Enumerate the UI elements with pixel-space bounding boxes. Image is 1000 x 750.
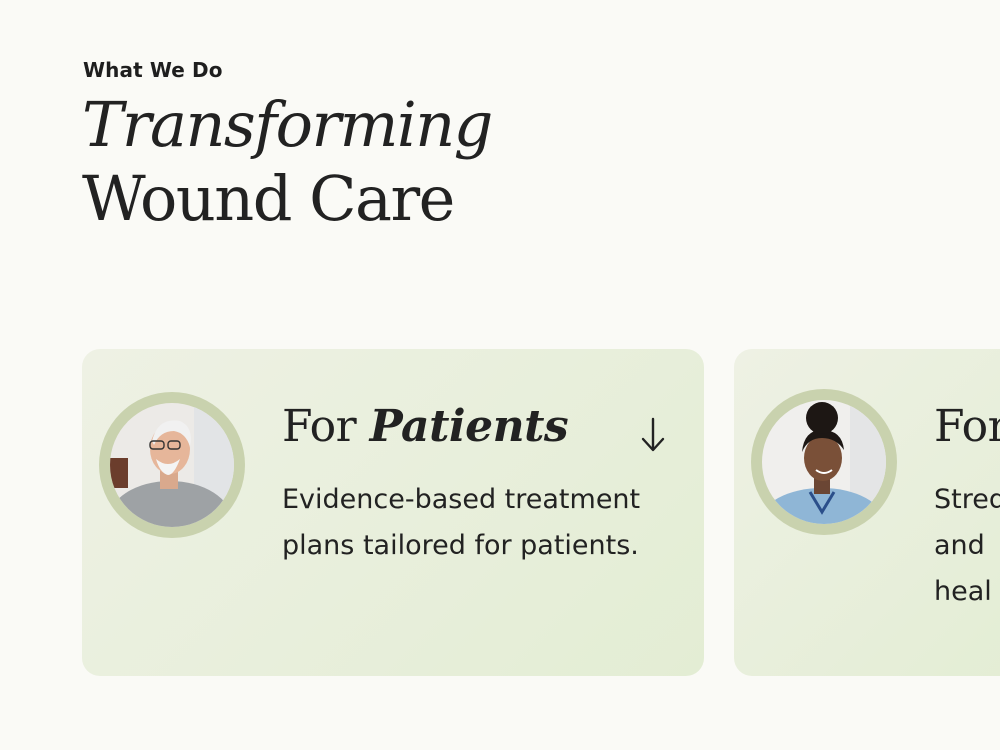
description-line: heal bbox=[934, 576, 992, 607]
providers-card-title: For bbox=[934, 401, 1000, 452]
providers-card-description: Stred and heal bbox=[934, 477, 1000, 615]
section-heading: Transforming Wound Care bbox=[82, 88, 493, 236]
patients-card[interactable]: For Patients Evidence-based treatment pl… bbox=[82, 349, 704, 676]
expand-patients-button[interactable] bbox=[634, 413, 672, 457]
patients-card-description: Evidence-based treatment plans tailored … bbox=[282, 484, 641, 561]
card-title-prefix: For bbox=[934, 401, 1000, 452]
card-title-emphasis: Patients bbox=[369, 401, 569, 452]
heading-line-1: Transforming bbox=[82, 88, 493, 161]
arrow-down-icon bbox=[641, 417, 665, 452]
description-line: Stred bbox=[934, 484, 1000, 515]
nurse-photo bbox=[762, 400, 886, 524]
card-title-prefix: For bbox=[282, 401, 357, 452]
patient-avatar bbox=[99, 392, 245, 538]
patients-card-title: For Patients bbox=[282, 401, 569, 452]
elderly-man-photo bbox=[110, 403, 234, 527]
providers-card[interactable]: For Stred and heal bbox=[734, 349, 1000, 676]
section-eyebrow: What We Do bbox=[83, 58, 223, 82]
provider-avatar bbox=[751, 389, 897, 535]
heading-line-2: Wound Care bbox=[82, 162, 455, 235]
description-line: and bbox=[934, 530, 985, 561]
